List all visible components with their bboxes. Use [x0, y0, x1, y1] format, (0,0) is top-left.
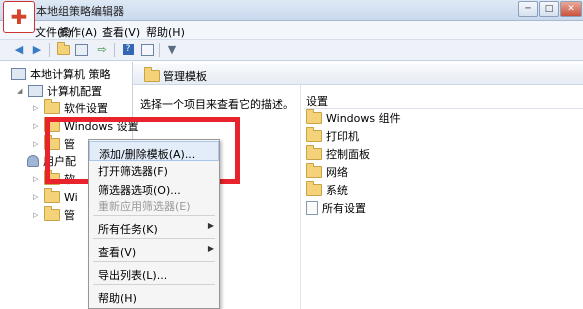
back-arrow-icon[interactable]: ◀ — [11, 42, 27, 57]
window-title: 本地组策略编辑器 — [36, 5, 124, 18]
folder-icon — [44, 206, 60, 221]
list-item-printers[interactable]: 打印机 — [306, 127, 359, 144]
group-policy-editor-window: 本地组策略编辑器 ─ □ ✕ ✚ 文件(F) 操作(A) 查看(V) 帮助(H)… — [0, 0, 583, 309]
help-icon[interactable]: ? — [120, 42, 136, 57]
menu-separator — [93, 261, 215, 262]
close-button[interactable]: ✕ — [560, 1, 582, 17]
show-hide-tree-icon[interactable] — [73, 42, 89, 57]
title-bar: 本地组策略编辑器 ─ □ ✕ — [0, 0, 583, 21]
folder-icon — [144, 67, 160, 82]
menu-bar: 文件(F) 操作(A) 查看(V) 帮助(H) — [0, 21, 583, 40]
tree-label: 软件设置 — [64, 102, 108, 115]
list-label: 系统 — [326, 184, 348, 197]
menu-help[interactable]: 帮助(H) — [146, 24, 185, 40]
minimize-button[interactable]: ─ — [518, 1, 538, 17]
toolbar: ◀ ▶ ⇨ ? ▼ — [0, 40, 583, 61]
tree-item-user-admin[interactable]: ▷ 管 — [33, 206, 75, 223]
list-item-windows-components[interactable]: Windows 组件 — [306, 109, 401, 126]
tree-label: 本地计算机 策略 — [30, 68, 111, 81]
submenu-arrow-icon: ▶ — [207, 244, 214, 253]
list-item-all-settings[interactable]: 所有设置 — [306, 200, 366, 216]
list-label: Windows 组件 — [326, 112, 401, 125]
folder-icon — [44, 99, 60, 114]
computer-icon — [28, 85, 43, 97]
list-item-network[interactable]: 网络 — [306, 163, 348, 180]
export-icon[interactable]: ⇨ — [94, 42, 110, 57]
list-label: 控制面板 — [326, 148, 370, 161]
list-label: 所有设置 — [322, 202, 366, 215]
settings-icon — [306, 201, 318, 215]
menu-item-reapply-filter: 重新应用筛选器(E) — [98, 200, 191, 213]
tree-label: 计算机配置 — [47, 85, 102, 98]
column-header-settings[interactable]: 设置 — [306, 93, 328, 109]
folder-icon — [44, 188, 60, 203]
toolbar-divider — [49, 43, 50, 57]
tree-item-user-windows[interactable]: ▷ Wi — [33, 188, 78, 205]
menu-item-all-tasks[interactable]: 所有任务(K) ▶ — [89, 217, 219, 237]
expand-triangle-icon[interactable]: ▷ — [33, 140, 41, 148]
toolbar-divider — [159, 43, 160, 57]
expand-triangle-icon[interactable]: ▷ — [33, 193, 41, 201]
maximize-button[interactable]: □ — [539, 1, 559, 17]
tree-label: 管 — [64, 209, 75, 222]
toolbar-divider — [114, 43, 115, 57]
filter-icon[interactable]: ▼ — [164, 42, 180, 57]
context-menu: 添加/删除模板(A)... 打开筛选器(F) 筛选器选项(O)... 重新应用筛… — [88, 139, 220, 309]
expand-triangle-icon[interactable]: ▷ — [33, 211, 41, 219]
list-label: 网络 — [326, 166, 348, 179]
list-item-control-panel[interactable]: 控制面板 — [306, 145, 370, 162]
description-text: 选择一个项目来查看它的描述。 — [140, 98, 294, 111]
folder-icon — [306, 181, 322, 196]
menu-item-view[interactable]: 查看(V) ▶ — [89, 240, 219, 260]
menu-view[interactable]: 查看(V) — [102, 24, 140, 40]
app-logo-icon: ✚ — [3, 1, 35, 33]
tree-item-software-settings[interactable]: ▷ 软件设置 — [33, 99, 108, 116]
menu-item-help[interactable]: 帮助(H) — [89, 286, 219, 306]
collapse-triangle-icon[interactable]: ◢ — [17, 87, 25, 95]
folder-icon — [306, 127, 322, 142]
tree-item-computer-config[interactable]: ◢ 计算机配置 — [17, 83, 102, 99]
forward-arrow-icon[interactable]: ▶ — [29, 42, 45, 57]
submenu-arrow-icon: ▶ — [207, 221, 214, 230]
computer-icon — [11, 68, 26, 80]
details-title: 管理模板 — [163, 70, 207, 83]
tree-item-local-policy[interactable]: 本地计算机 策略 — [11, 66, 111, 82]
expand-triangle-icon[interactable]: ▷ — [33, 122, 41, 130]
menu-separator — [93, 215, 215, 216]
expand-triangle-icon[interactable]: ▷ — [33, 175, 41, 183]
folder-icon — [306, 163, 322, 178]
menu-action[interactable]: 操作(A) — [59, 24, 97, 40]
tree-label: Wi — [64, 190, 78, 204]
user-icon — [27, 155, 39, 167]
list-label: 打印机 — [326, 130, 359, 143]
menu-separator — [93, 284, 215, 285]
folder-up-icon[interactable] — [55, 41, 71, 57]
menu-separator — [93, 238, 215, 239]
menu-item-export-list[interactable]: 导出列表(L)... — [89, 263, 219, 283]
properties-icon[interactable] — [139, 42, 155, 57]
header-divider — [304, 108, 583, 109]
folder-icon — [306, 109, 322, 124]
menu-item-open-filter[interactable]: 打开筛选器(F) — [89, 159, 219, 179]
folder-icon — [306, 145, 322, 160]
list-item-system[interactable]: 系统 — [306, 181, 348, 198]
expand-triangle-icon[interactable]: ▷ — [33, 104, 41, 112]
pane-divider — [300, 85, 301, 309]
menu-item-add-remove-templates[interactable]: 添加/删除模板(A)... — [89, 141, 219, 161]
